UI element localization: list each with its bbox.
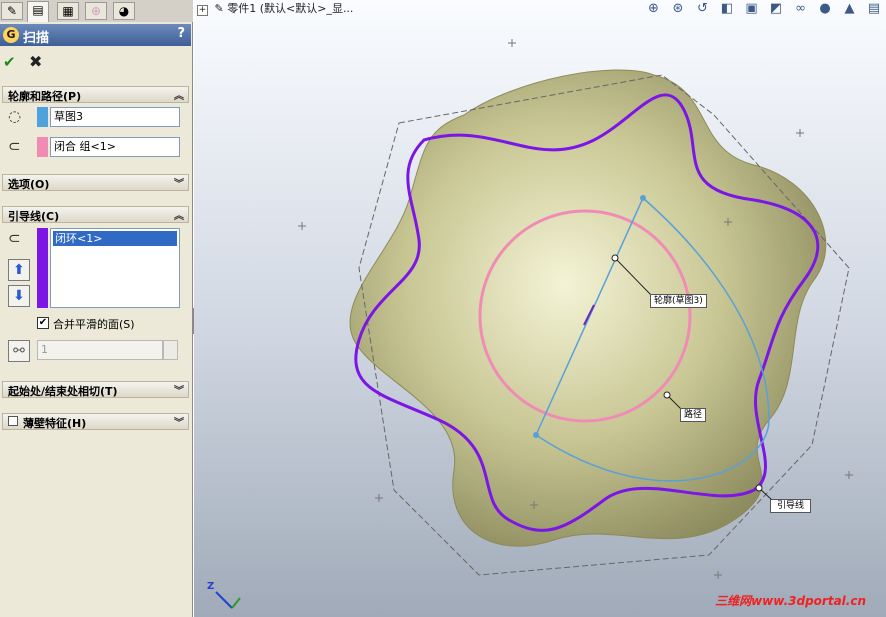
sweep-feature-icon: G [3,27,19,43]
feature-title-bar: G 扫描 ? [0,24,191,46]
view-orientation-icon[interactable]: ▣ [742,0,762,18]
property-manager-panel: ✎ ▤ ▦ ⊕ ◕ G 扫描 ? ✔ ✖ 轮廓和路径(P) ︽ ◌ 草图3 ⊂ … [0,0,193,617]
group-title: 薄壁特征(H) [23,417,87,430]
profile-path-group-header[interactable]: 轮廓和路径(P) ︽ [2,86,189,103]
model-viewport [215,39,853,609]
path-callout: 路径 [680,408,707,422]
path-selection-box[interactable]: 闭合 组<1> [50,137,180,157]
ok-button[interactable]: ✔ [3,54,21,70]
feature-title: 扫描 [23,31,50,46]
list-item[interactable]: 闭环<1> [53,231,177,246]
part-label: 零件1 (默认<默认>_显... [227,2,354,15]
property-manager-tab-icon[interactable]: ▤ [27,1,49,22]
start-end-tangency-group-header[interactable]: 起始处/结束处相切(T) ︾ [2,381,189,398]
thin-feature-checkbox[interactable] [8,416,18,426]
path-color-swatch [37,137,48,157]
part-icon: ✎ [214,2,228,15]
chevron-up-icon: ︽ [174,91,184,102]
group-title: 选项(O) [8,178,50,191]
previous-view-icon[interactable]: ↺ [693,0,713,18]
guide-color-swatch [37,228,48,308]
apply-scene-icon[interactable]: ▲ [840,0,860,18]
thin-feature-group-header[interactable]: 薄壁特征(H) ︾ [2,413,189,430]
watermark: 三维网www.3dportal.cn [715,594,866,608]
guide-curves-group-header[interactable]: 引导线(C) ︽ [2,206,189,223]
group-title: 起始处/结束处相切(T) [8,385,118,398]
zoom-area-icon[interactable]: ⊛ [668,0,688,18]
configuration-manager-tab-icon[interactable]: ▦ [57,2,79,20]
section-number-input[interactable]: 1 [37,340,163,360]
display-style-icon[interactable]: ◩ [766,0,786,18]
merge-smooth-faces-label: 合并平滑的面(S) [53,318,135,331]
move-up-button[interactable]: ⬆ [8,259,30,281]
featuremanager-flyout[interactable]: + ✎ 零件1 (默认<默认>_显... [197,0,354,16]
guide-callout: 引导线 [770,499,812,513]
group-title: 引导线(C) [8,210,60,223]
merge-smooth-faces-checkbox[interactable]: ✔ [37,317,49,329]
dimxpert-tab-icon[interactable]: ⊕ [85,2,107,20]
coordinate-triad [215,591,241,609]
zoom-to-fit-icon[interactable]: ⊕ [644,0,664,18]
expand-icon[interactable]: + [197,5,208,16]
feature-manager-tab-icon[interactable]: ✎ [1,2,23,20]
profile-selection-box[interactable]: 草图3 [50,107,180,127]
profile-callout: 轮廓(草图3) [650,294,707,308]
display-manager-tab-icon[interactable]: ◕ [113,2,135,20]
hide-show-icon[interactable]: ∞ [791,0,811,18]
profile-color-swatch [37,107,48,127]
spin-control[interactable] [163,340,178,360]
chevron-down-icon: ︾ [174,386,184,397]
guide-curves-list[interactable]: 闭环<1> [50,228,180,308]
chevron-down-icon: ︾ [174,179,184,190]
options-group-header[interactable]: 选项(O) ︾ [2,174,189,191]
move-down-button[interactable]: ⬇ [8,285,30,307]
heads-up-view-toolbar: ⊕ ⊛ ↺ ◧ ▣ ◩ ∞ ● ▲ ▤ [643,0,885,20]
help-button[interactable]: ? [177,26,185,41]
view-settings-icon[interactable]: ▤ [864,0,884,18]
edit-appearance-icon[interactable]: ● [815,0,835,18]
chevron-up-icon: ︽ [174,211,184,222]
section-view-icon[interactable]: ◧ [717,0,737,18]
path-icon: ⊂ [8,137,21,155]
cancel-button[interactable]: ✖ [29,53,47,71]
guide-curve-icon: ⊂ [8,229,21,247]
triad-z-label: Z [207,581,215,592]
manager-tabs: ✎ ▤ ▦ ⊕ ◕ [0,0,193,22]
profile-icon: ◌ [8,107,22,125]
show-sections-button[interactable]: ⚯ [8,340,30,362]
group-title: 轮廓和路径(P) [8,90,82,103]
chevron-down-icon: ︾ [174,418,184,429]
graphics-area[interactable]: 轮廓(草图3) 路径 引导线 + ✎ 零件1 (默认<默认>_显... ⊕ ⊛ … [194,0,886,617]
